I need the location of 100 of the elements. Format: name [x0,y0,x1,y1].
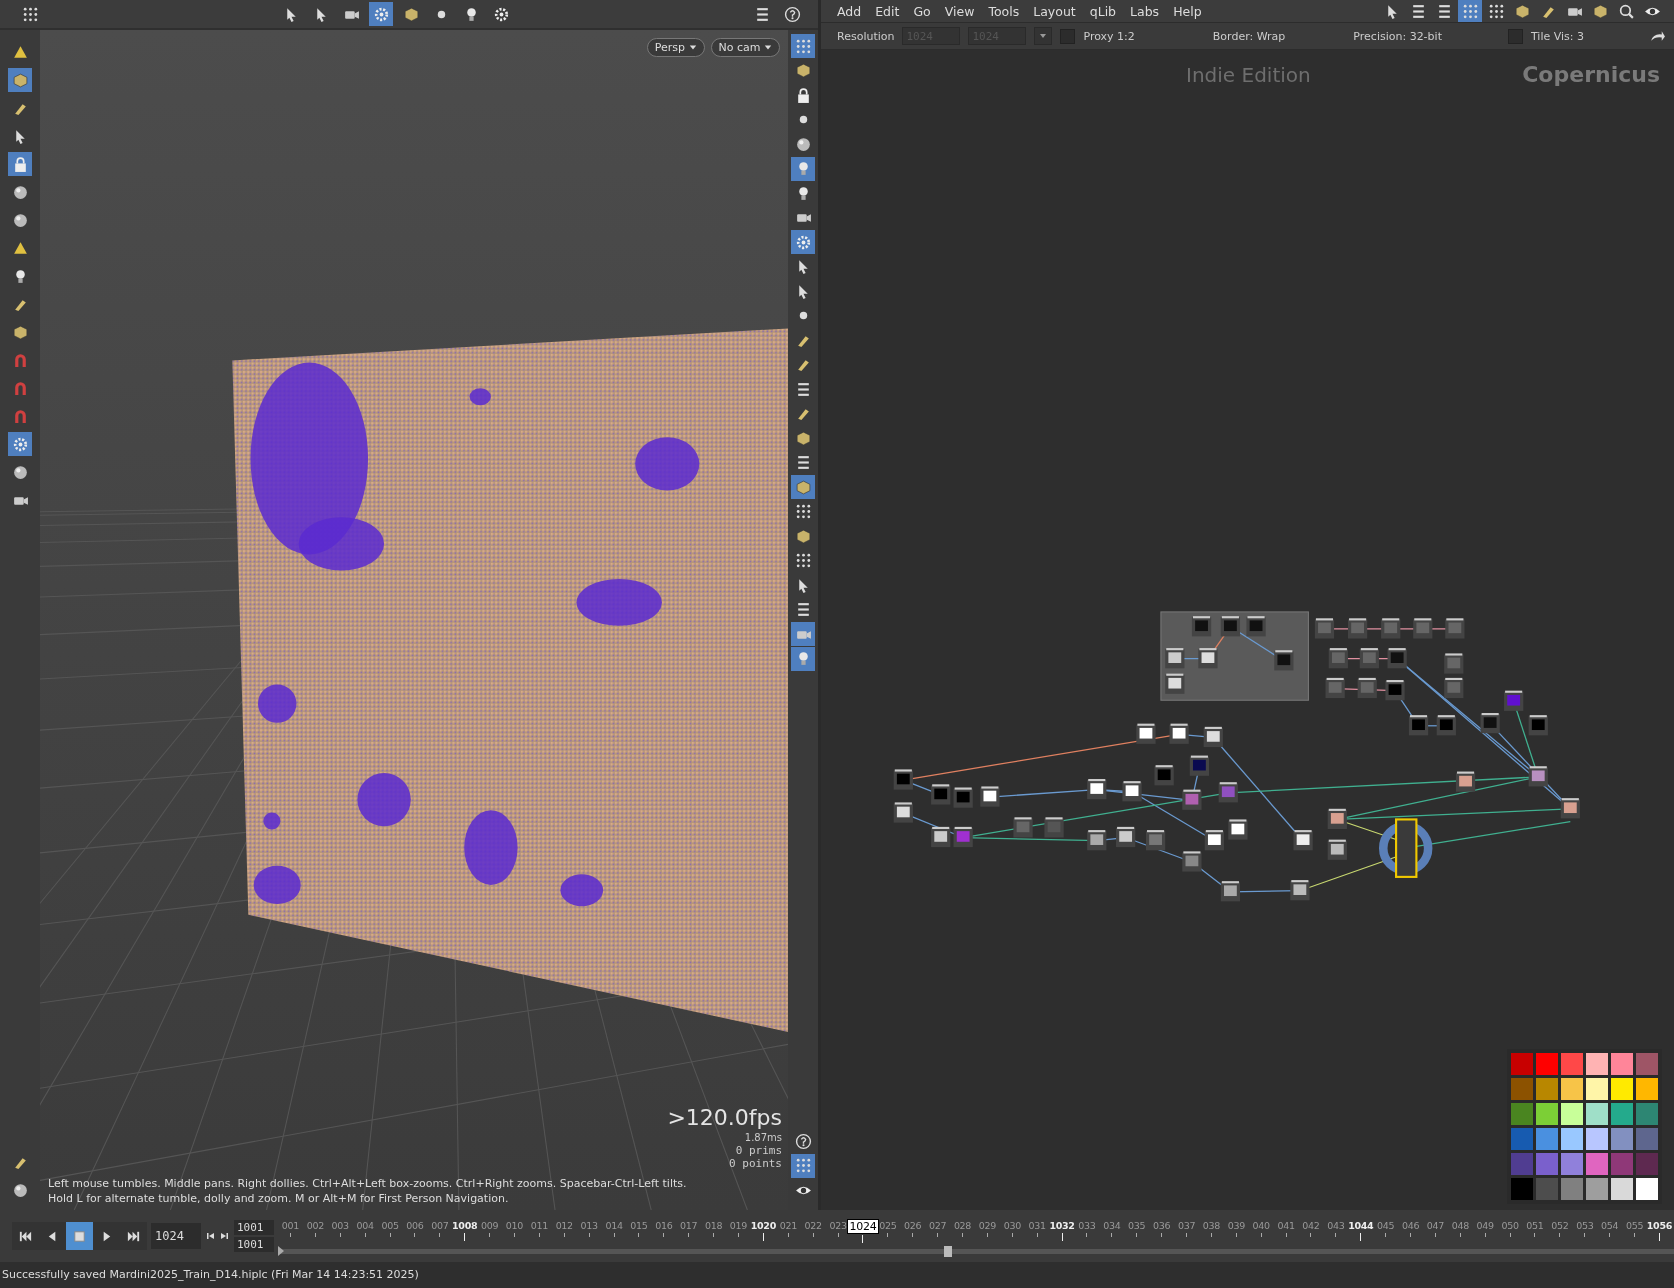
frame-label[interactable]: 021 [779,1218,797,1232]
frame-label[interactable]: 019 [729,1218,748,1232]
frame-label[interactable]: 1020 [750,1218,776,1232]
frame-label[interactable]: 037 [1177,1218,1196,1232]
color-swatch[interactable] [1561,1078,1583,1100]
color-swatch[interactable] [1636,1103,1658,1125]
precision-mode[interactable]: Precision: 32-bit [1353,29,1442,43]
frame-label[interactable]: 028 [953,1218,972,1232]
color-swatch[interactable] [1536,1053,1558,1075]
frame-label[interactable]: 1044 [1348,1218,1374,1232]
color-swatch[interactable] [1536,1178,1558,1200]
frame-label[interactable]: 052 [1551,1218,1569,1232]
menu-item[interactable]: Help [1167,3,1208,19]
frame-label[interactable]: 016 [655,1218,673,1232]
color-swatch[interactable] [1511,1178,1533,1200]
camera-menu[interactable]: No cam [710,38,780,57]
frame-label[interactable]: 026 [904,1218,922,1232]
frame-label[interactable]: 1032 [1049,1218,1075,1232]
tool-button[interactable] [1458,0,1482,23]
color-swatch[interactable] [1511,1103,1533,1125]
frame-field[interactable]: 1024 [151,1223,201,1249]
menu-item[interactable]: Add [831,3,868,19]
frame-label[interactable]: 048 [1451,1218,1469,1232]
color-swatch[interactable] [1586,1128,1608,1150]
color-swatch[interactable] [1611,1078,1633,1100]
frame-label[interactable]: 053 [1576,1218,1594,1232]
menu-item[interactable]: Layout [1027,3,1082,19]
frame-label[interactable]: 038 [1202,1218,1220,1232]
color-swatch[interactable] [1586,1078,1608,1100]
frame-label[interactable]: 013 [580,1218,598,1232]
tool-button[interactable] [791,1153,815,1178]
frame-label[interactable]: 004 [356,1218,374,1232]
color-swatch[interactable] [1561,1153,1583,1175]
resolution-dropdown[interactable] [1034,27,1053,45]
menu-item[interactable]: qLib [1083,3,1123,19]
color-swatch[interactable] [1511,1053,1533,1075]
color-swatch[interactable] [1561,1128,1583,1150]
color-swatch[interactable] [1586,1153,1608,1175]
frame-label[interactable]: 030 [1003,1218,1021,1232]
frame-label[interactable]: 017 [680,1218,698,1232]
start-frame-field[interactable]: 1001 [234,1220,274,1235]
menu-item[interactable]: Tools [982,3,1026,19]
color-swatch[interactable] [1561,1053,1583,1075]
color-swatch[interactable] [1636,1053,1658,1075]
color-swatch[interactable] [1511,1153,1533,1175]
frame-label[interactable]: 033 [1078,1218,1096,1232]
border-mode[interactable]: Border: Wrap [1212,29,1286,43]
color-swatch[interactable] [1636,1078,1658,1100]
frame-label[interactable]: 002 [306,1218,324,1232]
color-swatch[interactable] [1586,1053,1608,1075]
skip-end-button[interactable] [120,1222,147,1250]
frame-label[interactable]: 039 [1227,1218,1245,1232]
frame-label[interactable]: 1056 [1646,1218,1673,1232]
menu-item[interactable]: Go [907,3,937,19]
color-swatch[interactable] [1611,1103,1633,1125]
color-swatch[interactable] [1511,1128,1533,1150]
menu-item[interactable]: View [938,3,981,19]
current-frame-marker[interactable]: 1024 [846,1218,880,1234]
color-swatch[interactable] [1586,1178,1608,1200]
frame-label[interactable]: 022 [804,1218,822,1232]
frame-label[interactable]: 046 [1401,1218,1420,1232]
frame-label[interactable]: 029 [978,1218,996,1232]
frame-label[interactable]: 031 [1028,1218,1046,1232]
color-swatch[interactable] [1561,1103,1583,1125]
frame-label[interactable]: 050 [1501,1218,1519,1232]
play-button[interactable] [93,1222,120,1250]
frame-label[interactable]: 047 [1426,1218,1445,1232]
color-swatch[interactable] [1536,1103,1558,1125]
frame-label[interactable]: 023 [829,1218,847,1232]
proxy-checkbox[interactable] [1060,28,1076,44]
frame-label[interactable]: 042 [1302,1218,1320,1232]
color-swatch[interactable] [1536,1153,1558,1175]
frame-label[interactable]: 009 [480,1218,499,1232]
color-swatch[interactable] [1636,1178,1658,1200]
camera-menu[interactable]: Persp [646,38,705,57]
frame-label[interactable]: 055 [1625,1218,1644,1232]
color-swatch[interactable] [1611,1178,1633,1200]
color-swatch[interactable] [1636,1153,1658,1175]
tool-button[interactable] [791,156,815,181]
color-swatch[interactable] [1611,1053,1633,1075]
end-frame-field[interactable]: 1001 [234,1237,274,1252]
frame-label[interactable]: 040 [1252,1218,1270,1232]
frame-label[interactable]: 025 [879,1218,897,1232]
color-swatch[interactable] [1611,1153,1633,1175]
frame-label[interactable]: 035 [1128,1218,1146,1232]
color-swatch[interactable] [1536,1078,1558,1100]
frame-label[interactable]: 036 [1153,1218,1171,1232]
color-swatch[interactable] [1611,1128,1633,1150]
frame-label[interactable]: 010 [505,1218,524,1232]
frame-label[interactable]: 011 [530,1218,548,1232]
frame-label[interactable]: 049 [1476,1218,1494,1232]
frame-label[interactable]: 005 [381,1218,399,1232]
color-swatch[interactable] [1586,1103,1608,1125]
frame-label[interactable]: 054 [1601,1218,1619,1232]
color-swatch[interactable] [1511,1078,1533,1100]
frame-label[interactable]: 051 [1526,1218,1544,1232]
color-swatch[interactable] [1636,1128,1658,1150]
frame-label[interactable]: 012 [555,1218,573,1232]
range-slider[interactable] [278,1248,1674,1254]
color-swatch[interactable] [1561,1178,1583,1200]
